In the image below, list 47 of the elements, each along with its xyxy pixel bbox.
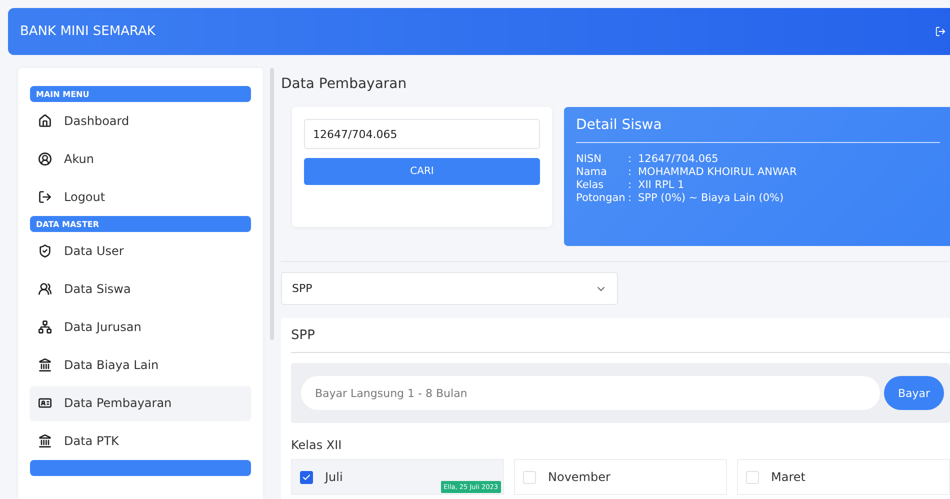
menu-icon bbox=[38, 190, 52, 204]
menu-icon bbox=[38, 358, 52, 372]
separator: : bbox=[628, 153, 633, 165]
menu-icon bbox=[38, 282, 52, 296]
section-header: MAIN MENU bbox=[30, 86, 251, 102]
separator: : bbox=[628, 179, 633, 191]
app-title: BANK MINI SEMARAK bbox=[20, 24, 156, 39]
separator: : bbox=[628, 166, 633, 178]
search-button[interactable]: CARI bbox=[304, 158, 540, 185]
sidebar-item[interactable]: Data PTK bbox=[30, 424, 251, 458]
check-icon bbox=[302, 472, 311, 482]
sidebar-item[interactable]: Data Pembayaran bbox=[30, 386, 251, 420]
months-field[interactable]: Bayar Langsung 1 - 8 Bulan bbox=[301, 376, 880, 410]
sidebar-item[interactable]: Data Jurusan bbox=[30, 310, 251, 344]
payment-type-select[interactable]: SPP bbox=[281, 272, 618, 305]
detail-value: MOHAMMAD KHOIRUL ANWAR bbox=[638, 166, 798, 178]
sidebar-item[interactable]: Akun bbox=[30, 142, 251, 176]
menu-icon bbox=[38, 152, 52, 166]
group-title: Kelas XII bbox=[291, 438, 343, 452]
logout-icon[interactable] bbox=[935, 26, 946, 37]
detail-value: 12647/704.065 bbox=[638, 153, 720, 165]
detail-title: Detail Siswa bbox=[576, 117, 940, 143]
sidebar-item[interactable]: Data User bbox=[30, 234, 251, 268]
menu-icon bbox=[38, 396, 52, 410]
page-title: Data Pembayaran bbox=[281, 76, 408, 94]
nisn-field[interactable]: 12647/704.065 bbox=[304, 119, 540, 149]
menu-icon bbox=[38, 114, 52, 128]
menu-icon bbox=[38, 320, 52, 334]
sidebar-item[interactable]: Data Siswa bbox=[30, 272, 251, 306]
pay-button[interactable]: Bayar bbox=[884, 376, 944, 410]
section-header: DATA MASTER bbox=[30, 216, 251, 232]
month-option[interactable]: November bbox=[514, 459, 727, 495]
detail-label: Potongan bbox=[576, 192, 626, 204]
sidebar-item[interactable]: Logout bbox=[30, 180, 251, 214]
detail-label: Nama bbox=[576, 166, 608, 178]
sidebar-item[interactable]: Data Biaya Lain bbox=[30, 348, 251, 382]
detail-value: XII RPL 1 bbox=[638, 179, 686, 191]
detail-value: SPP (0%) ~ Biaya Lain (0%) bbox=[638, 192, 785, 204]
month-option[interactable]: Maret bbox=[737, 459, 950, 495]
detail-label: NISN bbox=[576, 153, 602, 165]
sidebar-item[interactable]: Dashboard bbox=[30, 104, 251, 138]
checkbox[interactable] bbox=[300, 470, 313, 484]
panel-title: SPP bbox=[291, 328, 950, 353]
detail-label: Kelas bbox=[576, 179, 605, 191]
menu-icon bbox=[38, 244, 52, 258]
menu-icon bbox=[38, 434, 52, 448]
separator: : bbox=[628, 192, 633, 204]
